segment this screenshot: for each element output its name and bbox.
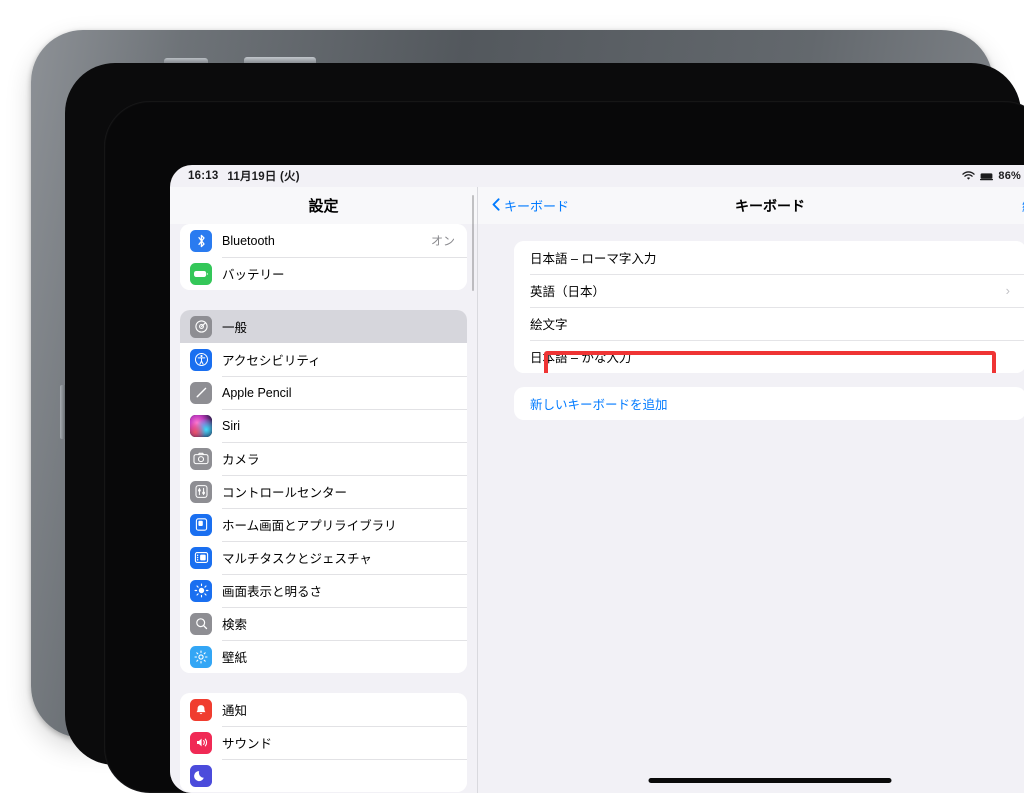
battery-percent: 86% [998, 170, 1021, 182]
sidebar-header: 設定 [170, 187, 477, 224]
sidebar-item-battery[interactable]: バッテリー [180, 257, 467, 290]
detail-nav-bar: キーボード キーボード 編集 [478, 187, 1024, 224]
chevron-left-icon [492, 197, 500, 214]
sidebar-item-display-brightness[interactable]: 画面表示と明るさ [180, 574, 467, 607]
camera-icon [190, 447, 212, 470]
sidebar-group-connectivity: Bluetooth オン バッテリー [180, 224, 467, 290]
sidebar-group-notifications: 通知 サウンド [180, 693, 467, 792]
magic-keyboard-icon [980, 172, 994, 181]
sidebar-scrollbar[interactable] [471, 195, 474, 291]
sidebar-item-control-center[interactable]: コントロールセンター [180, 475, 467, 508]
add-keyboard-label: 新しいキーボードを追加 [530, 398, 668, 412]
status-time: 16:13 [188, 170, 219, 182]
back-button-label: キーボード [504, 199, 570, 214]
control-center-icon [190, 480, 212, 503]
sidebar-item-label: Bluetooth [222, 233, 275, 248]
split-view: 設定 Bluetooth オン バッテリー 一般 アクセシビリティ Apple … [170, 187, 1024, 793]
sidebar-item-accessibility[interactable]: アクセシビリティ [180, 343, 467, 376]
sidebar-item-search[interactable]: 検索 [180, 607, 467, 640]
brightness-icon [190, 579, 212, 602]
sidebar-item-siri[interactable]: Siri [180, 409, 467, 442]
detail-body: 日本語 – ローマ字入力 英語（日本） › 絵文字 日本語 – かな入力 新しい… [478, 224, 1024, 793]
sidebar-item-label: Siri [222, 418, 241, 433]
sound-icon [190, 731, 212, 754]
sidebar-item-notifications[interactable]: 通知 [180, 693, 467, 726]
add-keyboard-button[interactable]: 新しいキーボードを追加 [514, 387, 1024, 420]
sidebar-item-label: サウンド [222, 737, 273, 751]
sidebar-item-camera[interactable]: カメラ [180, 442, 467, 475]
back-button[interactable]: キーボード [492, 196, 569, 215]
sidebar-item-label: アクセシビリティ [222, 354, 321, 368]
keyboard-row-label: 絵文字 [530, 318, 568, 332]
ipad-device-frame: 16:13 11月19日 (火) 86% 設定 Bluetooth オン バッテ… [31, 30, 1024, 793]
pencil-icon [190, 381, 212, 404]
accessibility-icon [190, 348, 212, 371]
sidebar-item-wallpaper[interactable]: 壁紙 [180, 640, 467, 673]
wifi-icon [962, 171, 976, 181]
keyboard-row-label: 日本語 – かな入力 [530, 351, 632, 365]
sidebar-item-label: 検索 [222, 618, 248, 632]
sidebar-item-label: コントロールセンター [222, 486, 348, 500]
wallpaper-icon [190, 645, 212, 668]
search-icon [190, 612, 212, 635]
sidebar-item-label: 壁紙 [222, 651, 248, 665]
add-keyboard-card: 新しいキーボードを追加 [514, 387, 1024, 420]
sidebar-item-bluetooth[interactable]: Bluetooth オン [180, 224, 467, 257]
battery-icon [190, 262, 212, 285]
sidebar-item-home-screen[interactable]: ホーム画面とアプリライブラリ [180, 508, 467, 541]
home-indicator[interactable] [648, 778, 892, 783]
sidebar-item-focus[interactable] [180, 759, 467, 792]
bluetooth-icon [190, 229, 212, 252]
settings-sidebar: 設定 Bluetooth オン バッテリー 一般 アクセシビリティ Apple … [170, 187, 477, 793]
sidebar-item-label: カメラ [222, 453, 260, 467]
sidebar-item-apple-pencil[interactable]: Apple Pencil [180, 376, 467, 409]
status-bar: 16:13 11月19日 (火) 86% [170, 165, 1024, 187]
sidebar-scroll-area[interactable]: Bluetooth オン バッテリー 一般 アクセシビリティ Apple Pen… [170, 224, 477, 793]
keyboard-list-card: 日本語 – ローマ字入力 英語（日本） › 絵文字 日本語 – かな入力 [514, 241, 1024, 373]
status-date: 11月19日 (火) [227, 171, 300, 183]
home-screen-icon [190, 513, 212, 536]
sidebar-item-label: 一般 [222, 321, 248, 335]
status-bar-right: 86% [962, 170, 1024, 182]
keyboard-row-english[interactable]: 英語（日本） › [514, 274, 1024, 307]
sidebar-item-label: バッテリー [222, 268, 285, 282]
keyboard-detail-pane: キーボード キーボード 編集 日本語 – ローマ字入力 [477, 187, 1024, 793]
sidebar-item-label: マルチタスクとジェスチャ [222, 552, 372, 566]
sidebar-item-multitasking[interactable]: マルチタスクとジェスチャ [180, 541, 467, 574]
keyboard-row-romaji[interactable]: 日本語 – ローマ字入力 [514, 241, 1024, 274]
chevron-right-icon: › [1005, 283, 1010, 298]
ipad-body: 16:13 11月19日 (火) 86% 設定 Bluetooth オン バッテ… [65, 63, 1024, 793]
sidebar-item-label: ホーム画面とアプリライブラリ [222, 519, 397, 533]
screenshot-stage: 16:13 11月19日 (火) 86% 設定 Bluetooth オン バッテ… [0, 0, 1024, 793]
notifications-icon [190, 698, 212, 721]
ipad-screen: 16:13 11月19日 (火) 86% 設定 Bluetooth オン バッテ… [170, 165, 1024, 793]
sidebar-title: 設定 [308, 198, 339, 215]
sidebar-item-general[interactable]: 一般 [180, 310, 467, 343]
ipad-bezel: 16:13 11月19日 (火) 86% 設定 Bluetooth オン バッテ… [104, 101, 1024, 793]
sidebar-item-sounds[interactable]: サウンド [180, 726, 467, 759]
siri-icon [190, 414, 212, 437]
status-bar-left: 16:13 11月19日 (火) [188, 168, 300, 184]
keyboard-row-emoji[interactable]: 絵文字 [514, 307, 1024, 340]
sidebar-group-general: 一般 アクセシビリティ Apple Pencil Siri カメラ コントロール… [180, 310, 467, 673]
sidebar-item-label: Apple Pencil [222, 385, 292, 400]
keyboard-row-label: 日本語 – ローマ字入力 [530, 252, 657, 266]
keyboard-row-kana[interactable]: 日本語 – かな入力 [514, 340, 1024, 373]
sidebar-item-value: オン [430, 234, 455, 248]
multitasking-icon [190, 546, 212, 569]
keyboard-row-label: 英語（日本） [530, 285, 606, 299]
gear-icon [190, 315, 212, 338]
sidebar-item-label: 通知 [222, 704, 248, 718]
sidebar-item-label: 画面表示と明るさ [222, 585, 323, 599]
